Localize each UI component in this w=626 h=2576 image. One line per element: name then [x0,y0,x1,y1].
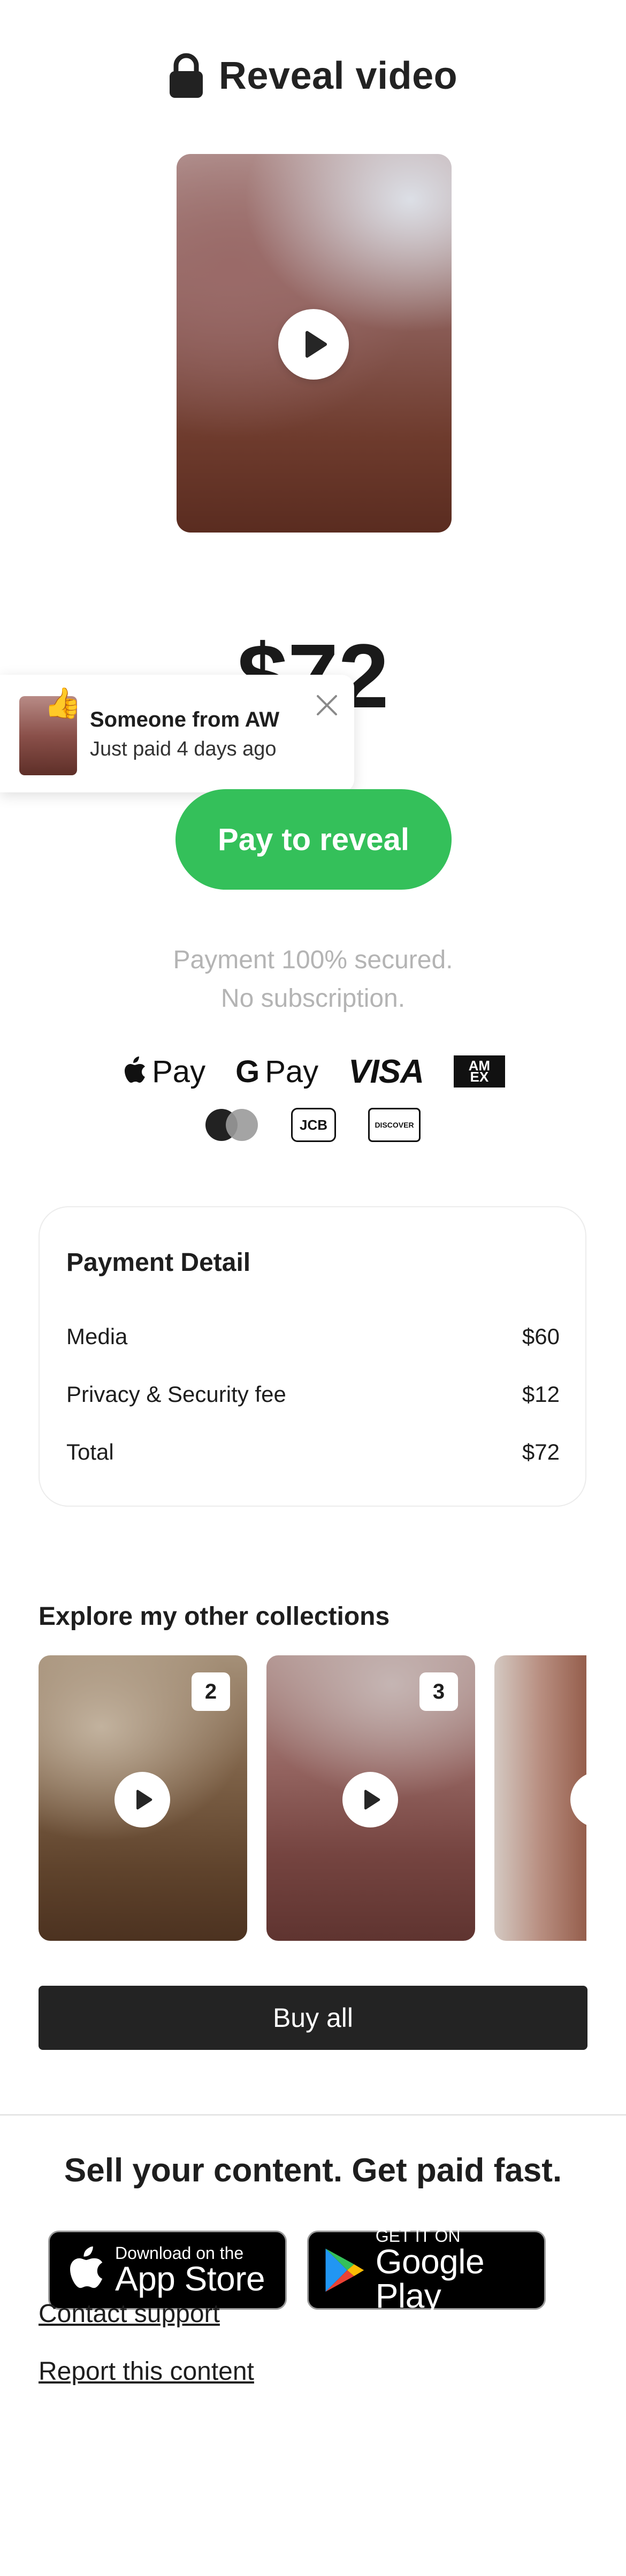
google-pay-text: Pay [265,1054,319,1089]
apple-pay-logo: Pay [121,1054,205,1090]
payment-methods-row-1: Pay G Pay VISA AM EX [0,1051,626,1092]
play-button[interactable] [114,1772,170,1827]
app-store-big-text: App Store [115,2259,265,2298]
discover-logo: DISCOVER [368,1108,421,1142]
jcb-logo: JCB [291,1108,336,1142]
report-content-link[interactable]: Report this content [39,2357,254,2386]
toast-subtitle: Just paid 4 days ago [90,738,277,760]
google-pay-logo: G Pay [235,1054,318,1090]
pay-to-reveal-button[interactable]: Pay to reveal [175,789,452,890]
detail-label: Privacy & Security fee [66,1382,286,1407]
google-g-icon: G [235,1054,260,1089]
amex-bottom-text: EX [470,1069,489,1085]
payment-detail-title: Payment Detail [66,1248,251,1277]
security-note: Payment 100% secured. No subscription. [0,941,626,1018]
buy-all-button[interactable]: Buy all [39,1986,587,2050]
contact-support-link[interactable]: Contact support [39,2299,220,2328]
collection-card[interactable]: 3 [266,1655,475,1941]
section-divider [0,2114,626,2116]
play-icon [136,1790,152,1810]
play-button[interactable] [342,1772,398,1827]
collection-count-badge: 3 [419,1672,458,1711]
detail-value: $72 [522,1439,560,1464]
detail-label: Media [66,1324,128,1349]
recent-purchase-toast: 👍 Someone from AW Just paid 4 days ago [0,675,354,792]
payment-methods-row-2: JCB DISCOVER [0,1105,626,1145]
detail-row-media: Media $60 [66,1324,560,1349]
amex-logo: AM EX [453,1055,505,1088]
apple-pay-text: Pay [152,1054,206,1089]
thumbs-up-icon: 👍 [44,686,81,720]
apple-icon [70,2246,103,2288]
visa-logo: VISA [348,1053,424,1090]
app-store-button[interactable]: Download on the App Store [48,2231,287,2310]
promo-title: Sell your content. Get paid fast. [64,2152,562,2189]
detail-value: $60 [522,1324,560,1349]
collection-count-badge: 2 [192,1672,230,1711]
locked-video-preview[interactable] [177,154,452,533]
mastercard-logo [205,1109,259,1141]
apple-icon [125,1056,146,1083]
payment-detail-card: Payment Detail Media $60 Privacy & Secur… [39,1206,586,1507]
page-title: Reveal video [218,55,458,97]
security-line-2: No subscription. [220,984,406,1013]
play-button[interactable] [570,1772,586,1827]
detail-label: Total [66,1439,114,1464]
collections-title: Explore my other collections [39,1602,390,1631]
detail-row-fee: Privacy & Security fee $12 [66,1382,560,1407]
google-play-button[interactable]: GET IT ON Google Play [307,2227,546,2315]
toast-title: Someone from AW [90,708,280,731]
detail-value: $12 [522,1382,560,1407]
page-header: Reveal video [0,49,626,103]
detail-row-total: Total $72 [66,1439,560,1465]
close-icon[interactable] [314,692,340,719]
google-play-icon [325,2248,364,2292]
collection-card[interactable] [494,1655,586,1941]
lock-icon [169,53,203,98]
security-line-1: Payment 100% secured. [173,946,453,974]
google-play-big-text: Google Play [375,2242,485,2315]
collection-card[interactable]: 2 [39,1655,247,1941]
play-icon [364,1790,380,1810]
play-icon [306,331,327,358]
play-button[interactable] [278,309,349,380]
